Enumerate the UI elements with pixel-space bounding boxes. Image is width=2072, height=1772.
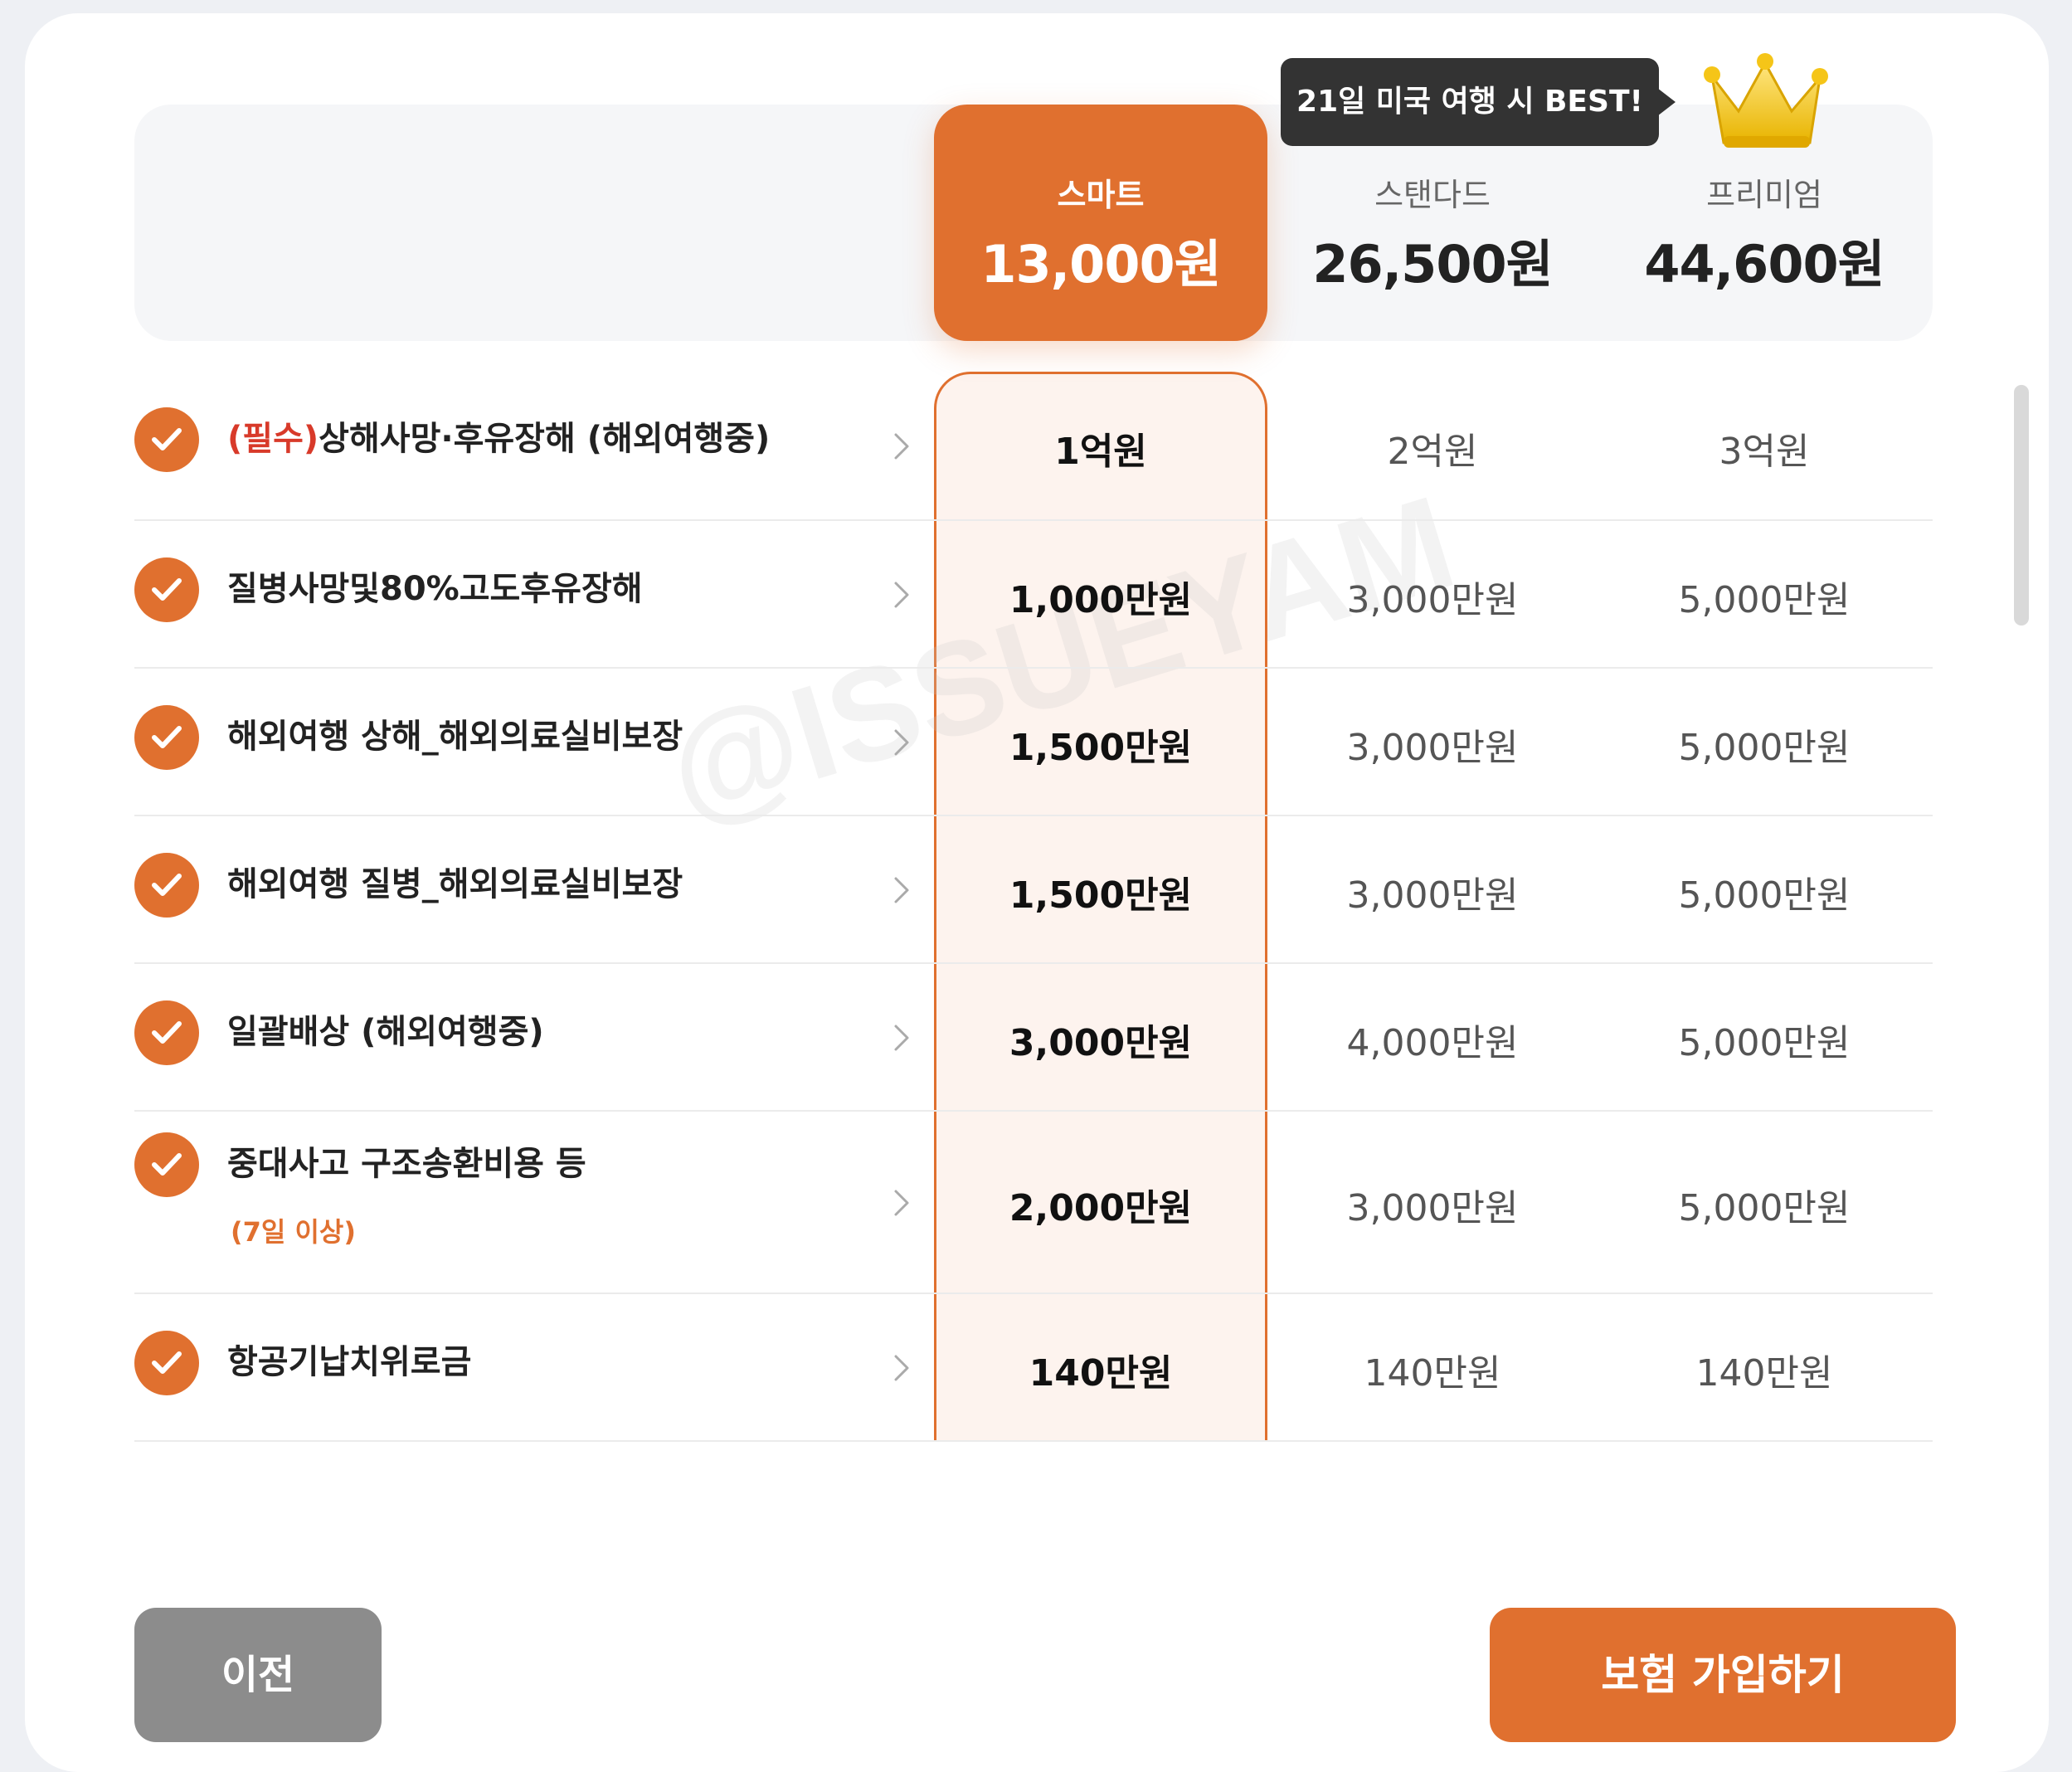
chevron-right-icon[interactable] [889, 874, 914, 907]
coverage-value: 1,500만원 [1009, 874, 1193, 917]
coverage-value: 5,000만원 [1678, 1187, 1851, 1229]
plan-name: 스탠다드 [1374, 177, 1491, 213]
coverage-value: 3,000만원 [1009, 1022, 1193, 1064]
plan-price: 26,500원 [1312, 234, 1553, 295]
coverage-row[interactable]: (필수)상해사망·후유장해 (해외여행중) 1억원 2억원 3억원 [134, 372, 1933, 521]
coverage-label: 해외여행 질병_해외의료실비보장 [227, 857, 683, 905]
coverage-label: 일괄배상 (해외여행중) [227, 1005, 544, 1053]
coverage-label: (필수)상해사망·후유장해 (해외여행중) [227, 411, 770, 460]
coverage-value: 5,000만원 [1678, 579, 1851, 621]
coverage-row[interactable]: 항공기납치위로금 140만원 140만원 140만원 [134, 1294, 1933, 1442]
coverage-value: 140만원 [1695, 1352, 1833, 1395]
coverage-label-text: 질병사망및80%고도후유장해 [227, 570, 643, 608]
prev-button[interactable]: 이전 [134, 1608, 382, 1742]
coverage-value: 1,000만원 [1009, 579, 1193, 621]
coverage-label-text: 중대사고 구조송환비용 등 [227, 1145, 586, 1183]
row-divider [134, 1440, 1933, 1442]
coverage-row[interactable]: 질병사망및80%고도후유장해 1,000만원 3,000만원 5,000만원 [134, 521, 1933, 669]
coverage-value: 5,000만원 [1678, 874, 1851, 917]
best-tooltip: 21일 미국 여행 시 BEST! [1281, 58, 1676, 146]
plan-price: 13,000원 [980, 234, 1221, 295]
coverage-row[interactable]: 일괄배상 (해외여행중) 3,000만원 4,000만원 5,000만원 [134, 964, 1933, 1112]
coverage-label: 해외여행 상해_해외의료실비보장 [227, 709, 683, 757]
coverage-value: 3,000만원 [1346, 727, 1519, 769]
checkmark-icon [134, 1000, 199, 1065]
coverage-label-text: 항공기납치위로금 [227, 1343, 472, 1381]
coverage-value: 3억원 [1719, 431, 1810, 473]
coverage-row[interactable]: 해외여행 질병_해외의료실비보장 1,500만원 3,000만원 5,000만원 [134, 816, 1933, 964]
plan-name: 프리미엄 [1706, 177, 1822, 213]
chevron-right-icon[interactable] [889, 430, 914, 463]
checkmark-icon [134, 407, 199, 472]
coverage-label-text: 해외여행 상해_해외의료실비보장 [227, 718, 683, 756]
coverage-value: 3,000만원 [1346, 874, 1519, 917]
checkmark-icon [134, 557, 199, 622]
coverage-label-text: 일괄배상 (해외여행중) [227, 1013, 544, 1051]
coverage-value: 5,000만원 [1678, 727, 1851, 769]
coverage-value: 5,000만원 [1678, 1022, 1851, 1064]
coverage-label: 중대사고 구조송환비용 등 [227, 1137, 586, 1185]
coverage-value: 2,000만원 [1009, 1187, 1193, 1229]
checkmark-icon [134, 1331, 199, 1395]
plan-price: 44,600원 [1644, 234, 1885, 295]
checkmark-icon [134, 853, 199, 918]
checkmark-icon [134, 705, 199, 770]
coverage-value: 1억원 [1054, 431, 1147, 473]
crown-icon [1704, 53, 1828, 148]
plan-smart[interactable]: 스마트 13,000원 [934, 105, 1267, 341]
coverage-value: 3,000만원 [1346, 1187, 1519, 1229]
chevron-right-icon[interactable] [889, 1186, 914, 1219]
chevron-right-icon[interactable] [889, 1021, 914, 1054]
coverage-row[interactable]: 해외여행 상해_해외의료실비보장 1,500만원 3,000만원 5,000만원 [134, 669, 1933, 816]
coverage-label-text: 해외여행 질병_해외의료실비보장 [227, 865, 683, 903]
chevron-right-icon[interactable] [889, 726, 914, 759]
coverage-sub-label: (7일 이상) [231, 1216, 356, 1248]
join-insurance-button[interactable]: 보험 가입하기 [1490, 1608, 1956, 1742]
coverage-value: 1,500만원 [1009, 727, 1193, 769]
chevron-right-icon[interactable] [889, 1351, 914, 1385]
checkmark-icon [134, 1132, 199, 1197]
coverage-value: 140만원 [1029, 1352, 1173, 1395]
scrollbar[interactable] [2014, 385, 2029, 626]
coverage-label-text: 상해사망·후유장해 (해외여행중) [319, 420, 771, 458]
coverage-value: 140만원 [1364, 1352, 1501, 1395]
plan-name: 스마트 [1057, 177, 1145, 213]
coverage-label: 항공기납치위로금 [227, 1335, 471, 1383]
coverage-label: 질병사망및80%고도후유장해 [227, 562, 643, 610]
required-tag: (필수) [227, 420, 319, 458]
coverage-value: 3,000만원 [1346, 579, 1519, 621]
coverage-value: 4,000만원 [1346, 1022, 1519, 1064]
chevron-right-icon[interactable] [889, 578, 914, 611]
coverage-value: 2억원 [1387, 431, 1478, 473]
coverage-row[interactable]: 중대사고 구조송환비용 등 (7일 이상) 2,000만원 3,000만원 5,000만… [134, 1112, 1933, 1294]
